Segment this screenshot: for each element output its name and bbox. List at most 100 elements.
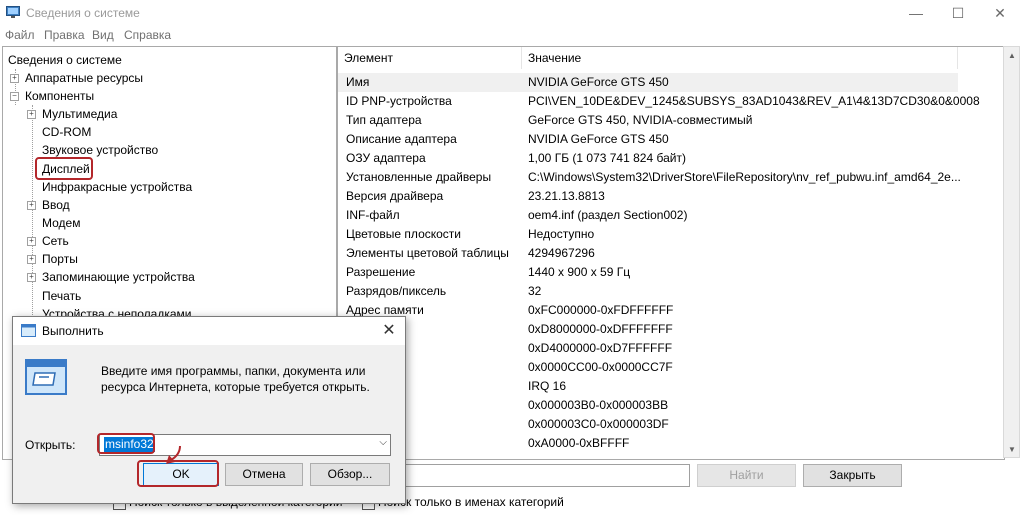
row-item-name: INF-файл	[346, 208, 400, 222]
title-bar: Сведения о системе — ☐ ✕	[0, 0, 1024, 26]
row-item-value: NVIDIA GeForce GTS 450	[528, 75, 669, 89]
table-row[interactable]: Элементы цветовой таблицы 4294967296	[338, 244, 958, 263]
details-list[interactable]: Элемент Значение Имя NVIDIA GeForce GTS 4…	[337, 46, 1005, 460]
row-item-name: Цветовые плоскости	[346, 227, 462, 241]
row-item-name: Имя	[346, 75, 370, 89]
table-row[interactable]: INF-файл oem4.inf (раздел Section002)	[338, 206, 958, 225]
run-dialog-title: Выполнить	[42, 324, 104, 338]
arrow-down-icon	[166, 445, 181, 464]
expand-icon[interactable]: +	[27, 255, 36, 264]
menu-file[interactable]: Файл	[5, 28, 35, 42]
menu-help[interactable]: Справка	[124, 28, 171, 42]
collapse-icon[interactable]: −	[10, 92, 19, 101]
minimize-button[interactable]: —	[893, 0, 939, 26]
scroll-down-icon[interactable]: ▼	[1008, 445, 1016, 454]
table-row[interactable]: а/вывода0x000003C0-0x000003DF	[338, 415, 958, 434]
column-header-value[interactable]: Значение	[522, 47, 958, 69]
chevron-down-icon[interactable]: ⌵	[379, 437, 387, 448]
row-item-value: oem4.inf (раздел Section002)	[528, 208, 688, 222]
maximize-button[interactable]: ☐	[935, 0, 981, 26]
row-item-name: Версия драйвера	[346, 189, 444, 203]
table-row[interactable]: Версия драйвера 23.21.13.8813	[338, 187, 958, 206]
cancel-button[interactable]: Отмена	[225, 463, 303, 486]
tree-item-network[interactable]: Сеть	[42, 232, 69, 250]
details-rows: Имя NVIDIA GeForce GTS 450 ID PNP-устройст…	[338, 73, 980, 459]
table-row[interactable]: Установленные драйверы C:\Windows\System3…	[338, 168, 961, 187]
row-item-value: 0xA0000-0xBFFFF	[528, 436, 630, 450]
expand-icon[interactable]: +	[27, 201, 36, 210]
row-item-value: 0x0000CC00-0x0000CC7F	[528, 360, 673, 374]
expand-icon[interactable]: +	[27, 273, 36, 282]
run-close-icon[interactable]: ✕	[377, 319, 401, 343]
row-item-value: 1440 x 900 x 59 Гц	[528, 265, 631, 279]
run-icon	[21, 324, 36, 337]
row-item-value: 32	[528, 284, 542, 298]
row-item-value: 0xD8000000-0xDFFFFFFF	[528, 322, 673, 336]
tree-item-printing[interactable]: Печать	[42, 287, 81, 305]
run-dialog-titlebar: Выполнить ✕	[13, 317, 405, 345]
table-row[interactable]: Тип адаптера GeForce GTS 450, NVIDIA-совм…	[338, 111, 958, 130]
table-row[interactable]: ID PNP-устройства PCI\VEN_10DE&DEV_1245&S…	[338, 92, 980, 111]
expand-icon[interactable]: +	[10, 74, 19, 83]
column-header-item[interactable]: Элемент	[338, 47, 522, 69]
row-item-value: 0xFC000000-0xFDFFFFFF	[528, 303, 674, 317]
row-item-value: NVIDIA GeForce GTS 450	[528, 132, 669, 146]
table-row[interactable]: ОЗУ адаптера 1,00 ГБ (1 073 741 824 байт)	[338, 149, 958, 168]
table-row[interactable]: Имя NVIDIA GeForce GTS 450	[338, 73, 958, 92]
row-item-value: PCI\VEN_10DE&DEV_1245&SUBSYS_83AD1043&RE…	[528, 94, 980, 108]
table-row[interactable]: а/вывода0x000003B0-0x000003BB	[338, 396, 958, 415]
close-button[interactable]: ✕	[977, 0, 1023, 26]
tree-item-infrared[interactable]: Инфракрасные устройства	[42, 178, 192, 196]
row-item-value: GeForce GTS 450, NVIDIA-совместимый	[528, 113, 753, 127]
row-item-value: IRQ 16	[528, 379, 567, 393]
table-row[interactable]: Описание адаптера NVIDIA GeForce GTS 450	[338, 130, 958, 149]
tree-item-modem[interactable]: Модем	[42, 214, 80, 232]
table-row[interactable]: Разрядов/пиксель 32	[338, 282, 958, 301]
row-item-value: 0x000003B0-0x000003BB	[528, 398, 669, 412]
tree-item-cdrom[interactable]: CD-ROM	[42, 123, 91, 141]
row-item-name: Элементы цветовой таблицы	[346, 246, 509, 260]
row-item-value: 4294967296	[528, 246, 595, 260]
vertical-scrollbar[interactable]: ▲ ▼	[1003, 46, 1020, 458]
command-highlight-frame	[97, 433, 155, 454]
table-row[interactable]: яти0xA0000-0xBFFFF	[338, 434, 958, 453]
run-program-icon	[25, 359, 67, 395]
menu-edit[interactable]: Правка	[44, 28, 85, 42]
tree-item-multimedia[interactable]: Мультимедиа	[42, 105, 117, 123]
table-row[interactable]: яти0xD4000000-0xD7FFFFFF	[338, 339, 958, 358]
table-row[interactable]: IRQ 16	[338, 377, 958, 396]
row-item-name: Описание адаптера	[346, 132, 457, 146]
row-item-value: Недоступно	[528, 227, 595, 241]
find-input[interactable]	[403, 464, 690, 487]
display-highlight-frame	[35, 157, 93, 180]
open-label: Открыть:	[25, 438, 76, 452]
expand-icon[interactable]: +	[27, 110, 36, 119]
tree-item-input[interactable]: Ввод	[42, 196, 70, 214]
row-item-name: Разрядов/пиксель	[346, 284, 447, 298]
row-item-value: 0x000003C0-0x000003DF	[528, 417, 669, 431]
row-item-name: Разрешение	[346, 265, 416, 279]
scroll-up-icon[interactable]: ▲	[1008, 51, 1016, 60]
row-item-value: C:\Windows\System32\DriverStore\FileRepo…	[528, 170, 961, 184]
tree-item-hardware[interactable]: Аппаратные ресурсы	[25, 69, 143, 87]
table-row[interactable]: а/вывода0x0000CC00-0x0000CC7F	[338, 358, 958, 377]
close-find-button[interactable]: Закрыть	[803, 464, 902, 487]
row-item-name: Установленные драйверы	[346, 170, 492, 184]
tree-item-storage[interactable]: Запоминающие устройства	[42, 268, 195, 286]
row-item-name: ID PNP-устройства	[346, 94, 452, 108]
browse-button[interactable]: Обзор...	[310, 463, 390, 486]
table-row[interactable]: Цветовые плоскости Недоступно	[338, 225, 958, 244]
row-item-value: 1,00 ГБ (1 073 741 824 байт)	[528, 151, 686, 165]
run-description: Введите имя программы, папки, документа …	[101, 364, 370, 394]
expand-icon[interactable]: +	[27, 237, 36, 246]
tree-item-ports[interactable]: Порты	[42, 250, 78, 268]
menu-view[interactable]: Вид	[92, 28, 114, 42]
row-item-value: 23.21.13.8813	[528, 189, 605, 203]
window-title: Сведения о системе	[26, 6, 140, 20]
table-row[interactable]: Разрешение 1440 x 900 x 59 Гц	[338, 263, 958, 282]
table-row[interactable]: яти0xD8000000-0xDFFFFFFF	[338, 320, 958, 339]
table-row[interactable]: Адрес памяти 0xFC000000-0xFDFFFFFF	[338, 301, 958, 320]
tree-item-components[interactable]: Компоненты	[25, 87, 94, 105]
tree-root[interactable]: Сведения о системе	[8, 51, 122, 69]
find-button[interactable]: Найти	[697, 464, 796, 487]
